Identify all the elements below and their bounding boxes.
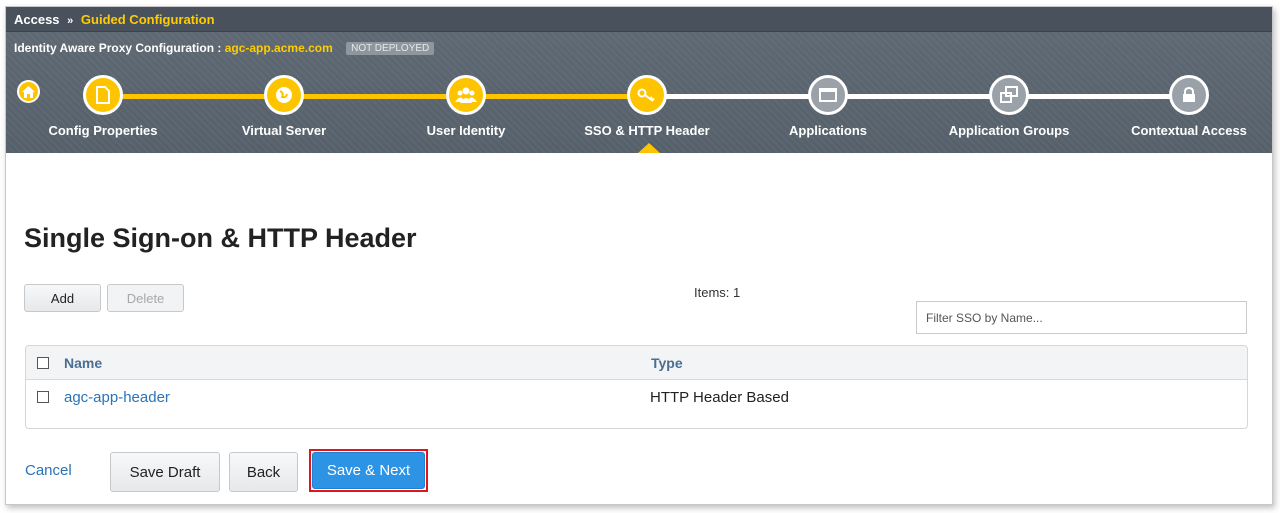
key-icon (627, 75, 667, 115)
lock-icon (1169, 75, 1209, 115)
step-config-properties[interactable]: Config Properties (23, 75, 183, 138)
table-header: Name Type (26, 346, 1247, 380)
highlight-box (309, 449, 428, 492)
step-sso-http-header[interactable]: SSO & HTTP Header (567, 75, 727, 138)
sso-type: HTTP Header Based (650, 389, 789, 406)
save-draft-button[interactable]: Save Draft (110, 452, 220, 492)
app-window: Access » Guided Configuration Identity A… (5, 6, 1273, 505)
wizard-header: Access » Guided Configuration Identity A… (6, 7, 1272, 153)
step-label: Contextual Access (1131, 123, 1247, 138)
step-user-identity[interactable]: User Identity (386, 75, 546, 138)
app-groups-icon (989, 75, 1029, 115)
items-count: Items: 1 (694, 285, 741, 300)
select-all-checkbox[interactable] (37, 357, 49, 369)
column-header-type[interactable]: Type (651, 355, 683, 371)
globe-icon (264, 75, 304, 115)
step-application-groups[interactable]: Application Groups (929, 75, 1089, 138)
breadcrumb-current: Guided Configuration (80, 12, 215, 27)
step-label: Applications (788, 123, 867, 138)
back-button[interactable]: Back (229, 452, 298, 492)
step-applications[interactable]: Applications (748, 75, 908, 138)
cancel-link[interactable]: Cancel (25, 462, 72, 479)
step-label: SSO & HTTP Header (584, 123, 710, 138)
users-icon (446, 75, 486, 115)
config-label: Identity Aware Proxy Configuration : (14, 41, 225, 55)
step-label: Application Groups (948, 123, 1070, 138)
config-subtitle: Identity Aware Proxy Configuration : agc… (14, 41, 435, 55)
step-label: Config Properties (48, 123, 158, 138)
config-host: agc-app.acme.com (224, 41, 333, 55)
delete-button[interactable]: Delete (107, 284, 184, 312)
status-badge: NOT DEPLOYED (346, 42, 435, 55)
row-checkbox[interactable] (37, 391, 49, 403)
sso-table: Name Type agc-app-header HTTP Header Bas… (25, 345, 1248, 429)
page-title: Single Sign-on & HTTP Header (24, 223, 417, 253)
breadcrumb-root[interactable]: Access (14, 12, 60, 27)
sso-name-link[interactable]: agc-app-header (64, 389, 170, 406)
breadcrumb-separator: » (67, 15, 74, 27)
add-button[interactable]: Add (24, 284, 101, 312)
table-row: agc-app-header HTTP Header Based (26, 380, 1247, 416)
step-label: Virtual Server (241, 123, 327, 138)
filter-input[interactable] (916, 301, 1247, 334)
document-icon (83, 75, 123, 115)
breadcrumb: Access » Guided Configuration (6, 7, 1272, 32)
step-contextual-access[interactable]: Contextual Access (1109, 75, 1269, 138)
column-header-name[interactable]: Name (64, 355, 102, 371)
progress-track-remaining (649, 94, 1189, 99)
window-icon (808, 75, 848, 115)
step-label: User Identity (426, 123, 506, 138)
current-step-pointer (638, 143, 660, 153)
step-virtual-server[interactable]: Virtual Server (204, 75, 364, 138)
